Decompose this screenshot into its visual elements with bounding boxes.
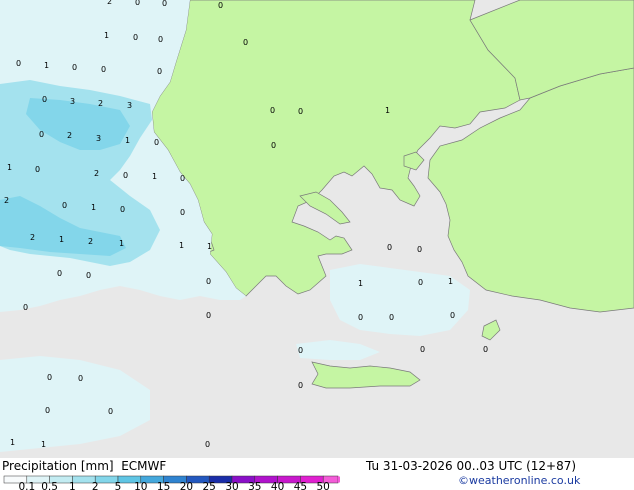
- value-label: 0: [205, 440, 210, 449]
- value-label: 0: [72, 63, 77, 72]
- value-label: 0: [157, 67, 162, 76]
- value-label: 1: [119, 239, 124, 248]
- value-label: 0: [271, 141, 276, 150]
- value-label: 1: [207, 242, 212, 251]
- value-label: 0: [39, 130, 44, 139]
- legend-tick-label: 30: [225, 481, 238, 490]
- precipitation-map: 2 0 0 0 1 0 0 0 0 1 0 0 0 0 3 2 3 0 0 1 0 2 3 1 0 0 1 0 2 0 1 0 2 0 1 0 0 2 1 2…: [0, 0, 634, 458]
- legend-tick-label: 2: [92, 481, 99, 490]
- value-label: 0: [243, 38, 248, 47]
- precipitation-legend: 0.1 0.5 1 2 5 10 15 20 25 30 35 40 45 50: [3, 475, 340, 490]
- value-label: 0: [35, 165, 40, 174]
- value-label: 0: [180, 174, 185, 183]
- value-label: 3: [127, 101, 132, 110]
- value-label: 1: [385, 106, 390, 115]
- value-label: 0: [158, 35, 163, 44]
- legend-arrow-icon: [338, 476, 340, 483]
- legend-tick-label: 15: [157, 481, 170, 490]
- value-label: 1: [152, 172, 157, 181]
- value-label: 0: [123, 171, 128, 180]
- value-label: 1: [10, 438, 15, 447]
- legend-tick-label: 40: [271, 481, 284, 490]
- value-label: 1: [448, 277, 453, 286]
- value-label: 3: [96, 134, 101, 143]
- value-label: 1: [125, 136, 130, 145]
- legend-tick-label: 50: [317, 481, 330, 490]
- value-label: 1: [59, 235, 64, 244]
- value-label: 0: [298, 107, 303, 116]
- value-label: 1: [44, 61, 49, 70]
- value-label: 0: [483, 345, 488, 354]
- forecast-datetime: Tu 31-03-2026 00..03 UTC (12+87): [366, 459, 577, 473]
- map-footer: Precipitation [mm] ECMWF Tu 31-03-2026 0…: [0, 458, 634, 490]
- value-label: 0: [420, 345, 425, 354]
- value-label: 0: [23, 303, 28, 312]
- value-label: 0: [42, 95, 47, 104]
- value-label: 0: [16, 59, 21, 68]
- value-label: 0: [450, 311, 455, 320]
- value-label: 0: [108, 407, 113, 416]
- value-label: 0: [45, 406, 50, 415]
- value-label: 0: [270, 106, 275, 115]
- value-label: 0: [298, 346, 303, 355]
- value-label: 2: [94, 169, 99, 178]
- legend-tick-label: 5: [115, 481, 122, 490]
- value-label: 2: [98, 99, 103, 108]
- value-label: 0: [101, 65, 106, 74]
- value-label: 0: [206, 277, 211, 286]
- value-label: 0: [133, 33, 138, 42]
- legend-tick-label: 1: [69, 481, 76, 490]
- value-label: 1: [91, 203, 96, 212]
- value-label: 1: [104, 31, 109, 40]
- value-label: 0: [162, 0, 167, 8]
- value-label: 2: [88, 237, 93, 246]
- legend-tick-label: 20: [180, 481, 193, 490]
- value-label: 0: [206, 311, 211, 320]
- value-label: 0: [120, 205, 125, 214]
- legend-tick-label: 0.1: [18, 481, 35, 490]
- value-label: 0: [180, 208, 185, 217]
- value-label: 2: [30, 233, 35, 242]
- value-label: 0: [86, 271, 91, 280]
- legend-tick-label: 0.5: [41, 481, 58, 490]
- value-label: 0: [62, 201, 67, 210]
- value-label: 0: [218, 1, 223, 10]
- value-label: 0: [389, 313, 394, 322]
- legend-tick-label: 10: [134, 481, 147, 490]
- value-label: 0: [78, 374, 83, 383]
- value-label: 1: [41, 440, 46, 449]
- value-label: 0: [298, 381, 303, 390]
- value-label: 2: [67, 131, 72, 140]
- value-label: 1: [358, 279, 363, 288]
- value-label: 0: [417, 245, 422, 254]
- value-label: 2: [107, 0, 112, 6]
- value-label: 0: [387, 243, 392, 252]
- value-label: 0: [154, 138, 159, 147]
- value-label: 0: [57, 269, 62, 278]
- value-label: 1: [7, 163, 12, 172]
- value-label: 2: [4, 196, 9, 205]
- value-label: 3: [70, 97, 75, 106]
- credit-link[interactable]: ©weatheronline.co.uk: [458, 474, 580, 487]
- value-label: 0: [418, 278, 423, 287]
- value-label: 1: [179, 241, 184, 250]
- legend-tick-label: 35: [248, 481, 261, 490]
- value-label: 0: [47, 373, 52, 382]
- map-title: Precipitation [mm] ECMWF: [2, 459, 167, 473]
- value-label: 0: [135, 0, 140, 7]
- legend-tick-label: 25: [203, 481, 216, 490]
- legend-tick-label: 45: [294, 481, 307, 490]
- value-label: 0: [358, 313, 363, 322]
